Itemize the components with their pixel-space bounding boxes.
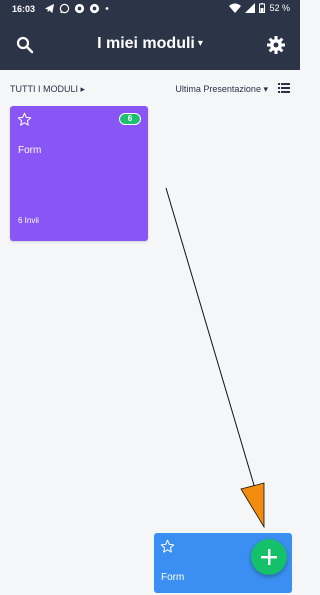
sort-label: Ultima Presentazione — [175, 84, 261, 94]
notification-icons — [44, 3, 110, 14]
telegram-icon — [44, 3, 55, 14]
app-header: I miei moduli ▾ — [0, 20, 300, 70]
plus-icon — [261, 549, 277, 565]
add-form-button[interactable] — [251, 539, 287, 575]
battery-level: 52 % — [269, 3, 290, 13]
submissions-count: 6 Invii — [18, 216, 39, 225]
star-icon[interactable] — [160, 539, 175, 554]
annotation-arrow-head — [240, 482, 265, 529]
all-forms-filter[interactable]: TUTTI I MODULI ▸ — [10, 84, 85, 95]
status-bar: 16:03 52 % — [0, 0, 300, 20]
all-forms-label: TUTTI I MODULI — [10, 84, 78, 94]
battery-icon — [259, 3, 266, 13]
page-title: I miei moduli — [97, 35, 195, 52]
form-name: Form — [18, 145, 42, 156]
sort-dropdown[interactable]: Ultima Presentazione ▾ — [175, 84, 268, 95]
dot-icon — [105, 7, 109, 10]
star-icon[interactable] — [17, 112, 32, 127]
chrome-icon — [89, 3, 100, 14]
system-icons: 52 % — [229, 3, 290, 13]
gear-icon[interactable] — [266, 35, 286, 55]
chevron-down-icon: ▾ — [197, 38, 203, 50]
signal-icon — [245, 3, 256, 13]
caret-down-icon: ▾ — [263, 84, 268, 94]
caret-right-icon: ▸ — [80, 84, 86, 94]
wifi-icon — [229, 3, 242, 13]
form-name: Form — [161, 572, 185, 583]
new-submissions-badge: 6 — [119, 113, 141, 125]
status-time: 16:03 — [12, 4, 36, 14]
page-title-dropdown[interactable]: I miei moduli ▾ — [0, 35, 300, 53]
filter-toolbar: TUTTI I MODULI ▸ Ultima Presentazione ▾ — [0, 70, 300, 106]
chrome-icon — [74, 3, 85, 14]
whatsapp-icon — [59, 3, 70, 14]
list-view-icon[interactable] — [278, 83, 290, 93]
annotation-arrow-line — [165, 187, 260, 503]
form-card[interactable]: 6 Form 6 Invii — [10, 106, 148, 241]
